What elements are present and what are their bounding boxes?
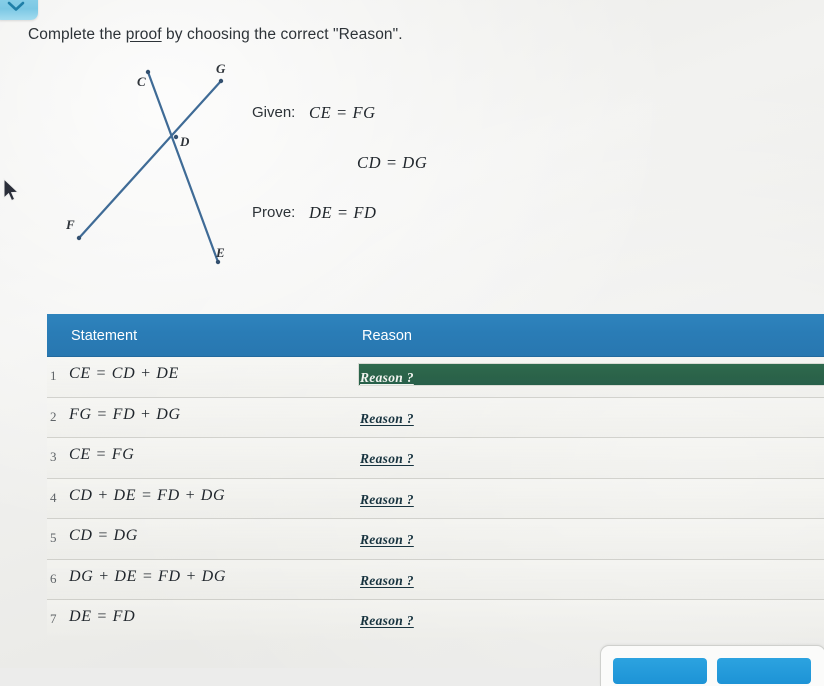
row-number: 5: [50, 530, 57, 545]
diagram-point-labels: C G D F E: [65, 61, 226, 260]
reason-dropdown-link[interactable]: Reason ?: [360, 370, 414, 385]
point-label-E: E: [215, 245, 225, 260]
reason-cell: Reason ?: [360, 531, 414, 549]
statement-text: FG = FD + DG: [69, 405, 181, 423]
reason-cell: Reason ?: [360, 369, 414, 387]
reason-dropdown-link[interactable]: Reason ?: [360, 492, 414, 507]
reason-cell: Reason ?: [360, 410, 414, 428]
table-row: 3 CE = FG Reason ?: [47, 438, 824, 479]
reason-dropdown-link[interactable]: Reason ?: [360, 451, 414, 466]
point-label-D: D: [179, 134, 190, 149]
statement-text: CE = CD + DE: [69, 365, 179, 382]
table-body: 1 CE = CD + DE Reason ? 2 FG = FD + DG Reason…: [47, 357, 824, 640]
proof-link[interactable]: proof: [126, 26, 162, 43]
row-number: 7: [50, 611, 57, 626]
column-header-statement: Statement: [71, 327, 138, 344]
point-E: [215, 259, 221, 265]
point-label-C: C: [137, 74, 146, 89]
table-row: 4 CD + DE = FD + DG Reason ?: [47, 478, 824, 519]
given-prove-block: Given: CE = FG CD = DG Prove: DE = FD: [252, 103, 572, 253]
prove-label: Prove:: [252, 204, 296, 221]
point-F: [76, 235, 82, 241]
table-row: 6 DG + DE = FD + DG Reason ?: [47, 559, 824, 600]
table-row: 1 CE = CD + DE Reason ?: [47, 357, 824, 398]
point-label-G: G: [216, 61, 226, 76]
point-G: [218, 78, 224, 84]
statement-text: CE = FG: [69, 446, 135, 463]
reason-cell: Reason ?: [360, 612, 414, 630]
row-number: 1: [50, 368, 57, 383]
table-header-row: Statement Reason: [47, 314, 824, 357]
reason-dropdown-link[interactable]: Reason ?: [360, 532, 414, 547]
row-number: 3: [50, 449, 57, 464]
statement-text: DG + DE = FD + DG: [69, 567, 227, 585]
point-label-F: F: [65, 217, 75, 232]
row-number: 6: [50, 570, 57, 586]
statement-text: CD = DG: [69, 527, 139, 544]
column-header-reason: Reason: [362, 327, 412, 344]
prompt-suffix: by choosing the correct "Reason".: [161, 26, 403, 43]
table-row: 5 CD = DG Reason ?: [47, 519, 824, 560]
reason-cell: Reason ?: [360, 491, 414, 509]
reason-dropdown-link[interactable]: Reason ?: [360, 573, 414, 588]
point-D: [173, 134, 179, 140]
point-C: [145, 69, 151, 75]
answer-choice-button-1[interactable]: [613, 658, 707, 684]
given-row: Given: CE = FG: [252, 103, 572, 153]
diagram-points: [76, 69, 224, 265]
segment-CE: [146, 70, 220, 264]
given-row: CD = DG: [252, 153, 572, 203]
page-title: Complete the proof by choosing the corre…: [28, 26, 403, 44]
diagram-svg: C G D F E: [65, 61, 226, 265]
given-statement-1: CE = FG: [309, 103, 376, 122]
reason-cell: Reason ?: [360, 450, 414, 468]
diagram-segments: [77, 70, 223, 264]
answer-choice-bar: [600, 645, 824, 686]
reason-highlight-strip: [358, 363, 824, 386]
table-row: 7 DE = FD Reason ?: [47, 600, 824, 640]
row-number: 4: [50, 489, 57, 505]
prove-statement: DE = FD: [309, 203, 377, 222]
geometry-diagram: C G D F E: [40, 52, 280, 277]
chevron-down-button[interactable]: [0, 0, 38, 20]
proof-table: Statement Reason 1 CE = CD + DE Reason ? 2 F…: [47, 314, 824, 640]
reason-cell: Reason ?: [360, 572, 414, 590]
row-number: 2: [50, 408, 57, 424]
table-row: 2 FG = FD + DG Reason ?: [47, 397, 824, 438]
prove-row: Prove: DE = FD: [252, 203, 572, 253]
statement-text: CD + DE = FD + DG: [69, 486, 226, 504]
reason-dropdown-link[interactable]: Reason ?: [360, 613, 414, 628]
chevron-down-icon: [6, 0, 26, 13]
given-statement-2: CD = DG: [357, 153, 428, 172]
statement-text: DE = FD: [69, 608, 136, 625]
answer-choice-button-2[interactable]: [717, 658, 811, 684]
given-label: Given:: [252, 104, 296, 121]
prompt-prefix: Complete the: [28, 26, 126, 43]
reason-dropdown-link[interactable]: Reason ?: [360, 411, 414, 426]
